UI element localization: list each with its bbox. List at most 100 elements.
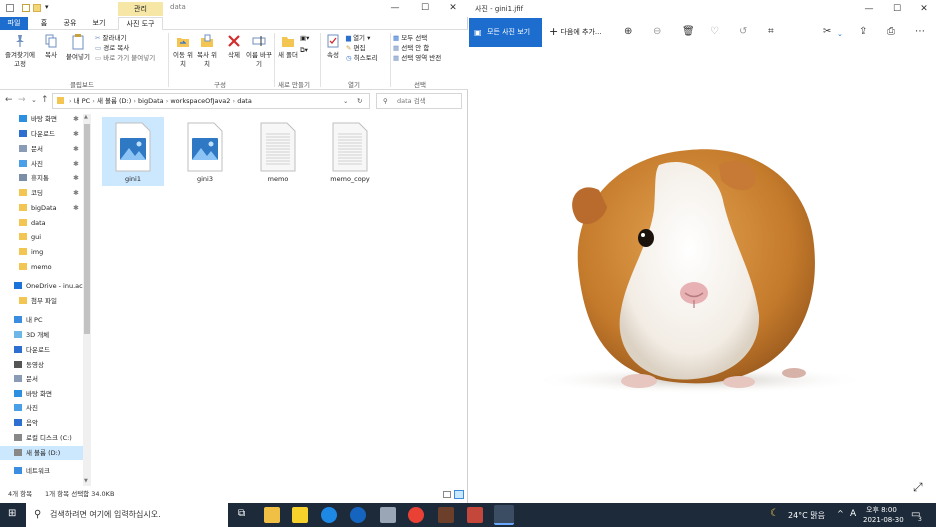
all-photos-button[interactable]: ▣ 모든 사진 보기 [469,18,542,47]
add-to-button[interactable]: + 다음에 추가... [549,25,602,39]
breadcrumb-item[interactable]: 내 PC [74,97,91,105]
paste-button[interactable]: 붙여넣기 [64,34,92,62]
breadcrumb-item[interactable]: data [237,97,252,105]
select-all-button[interactable]: ▦ 모두 선택 [393,34,427,43]
scroll-down-icon[interactable]: ▼ [84,478,88,484]
rotate-icon[interactable]: ↺ [739,26,747,38]
tab-file[interactable]: 파일 [0,17,28,30]
file-explorer-taskbar-icon[interactable] [264,507,280,523]
chrome-taskbar-icon[interactable] [408,507,424,523]
sidebar-item[interactable]: 사진 ✱ [0,157,90,171]
history-button[interactable]: ◷ 히스토리 [346,54,378,63]
rename-button[interactable]: 이름 바꾸기 [246,34,272,69]
paste-shortcut-button[interactable]: ▭ 바로 가기 붙여넣기 [95,54,155,63]
sidebar-item[interactable]: 휴지통 ✱ [0,171,90,185]
sidebar-item[interactable]: 사진 [0,401,90,415]
breadcrumb-item[interactable]: workspaceOfJava2 [170,97,230,105]
crop-icon[interactable]: ⌗ [768,26,774,38]
photos-taskbar-icon[interactable] [494,505,514,525]
tab-view[interactable]: 보기 [86,17,112,30]
address-dropdown-icon[interactable]: ⌄ [343,94,348,108]
breadcrumb-item[interactable]: bigData [138,97,164,105]
clock-time[interactable]: 오후 8:00 [866,505,897,515]
edit-create-icon[interactable]: ✂ [823,26,831,38]
minimize-button[interactable]: — [380,0,410,17]
delete-trash-icon[interactable]: 🗑 [682,26,695,38]
zoom-out-icon[interactable]: ⊖ [653,26,661,38]
navigation-scrollbar[interactable]: ▲ ▼ [83,114,91,486]
large-icons-view-icon[interactable] [454,490,464,499]
internet-explorer-taskbar-icon[interactable] [350,507,366,523]
windows-start-icon[interactable]: ⊞ [8,508,16,519]
edge-taskbar-icon[interactable] [321,507,337,523]
tab-home[interactable]: 홈 [32,17,56,30]
show-hidden-icons-chevron-icon[interactable]: ^ [837,509,844,518]
sidebar-item[interactable]: 첨부 파일 [0,294,90,308]
sidebar-item[interactable]: 문서 [0,372,90,386]
sidebar-item[interactable]: 내 PC [0,313,90,327]
sidebar-item[interactable]: 새 볼륨 (D:) [0,446,90,460]
print-icon[interactable]: ⎙ [887,26,895,38]
task-view-icon[interactable]: ⧉ [238,508,245,519]
taskbar-search-input[interactable]: ⚲ 검색하려면 여기에 입력하십시오. [26,503,228,527]
favorite-heart-icon[interactable]: ♡ [710,26,719,38]
sidebar-item[interactable]: 문서 ✱ [0,142,90,156]
eclipse-taskbar-icon[interactable] [438,507,454,523]
copy-to-button[interactable]: 복사 위치 [196,34,218,69]
new-folder-button[interactable]: 새 폴더 [278,34,298,60]
new-item-icon[interactable]: ▣▾ [300,34,309,43]
forward-arrow-icon[interactable]: → [18,95,26,105]
share-icon[interactable]: ⇪ [859,26,867,38]
fullscreen-expand-icon[interactable]: ⤢ [913,480,923,495]
back-arrow-icon[interactable]: ← [5,95,13,105]
sidebar-item[interactable]: 로컬 디스크 (C:) [0,431,90,445]
sidebar-item[interactable]: gui [0,230,90,244]
app-taskbar-icon[interactable] [467,507,483,523]
sticky-notes-taskbar-icon[interactable] [292,507,308,523]
tab-share[interactable]: 공유 [58,17,82,30]
clock-date[interactable]: 2021-08-30 [863,516,904,524]
sidebar-item[interactable]: 3D 개체 [0,328,90,342]
photos-close-button[interactable]: ✕ [909,0,936,18]
sidebar-item[interactable]: 코딩 ✱ [0,186,90,200]
copy-button[interactable]: 복사 [40,34,62,60]
weather-text[interactable]: 24°C 맑음 [788,510,825,521]
app-taskbar-icon[interactable] [380,507,396,523]
easy-access-icon[interactable]: ⧉▾ [300,46,308,55]
sidebar-item[interactable]: 음악 [0,416,90,430]
scrollbar-thumb[interactable] [84,124,90,334]
sidebar-item[interactable]: 네트워크 [0,464,90,478]
tab-picture-tools[interactable]: 사진 도구 [118,17,163,30]
sidebar-item[interactable]: 다운로드 ✱ [0,127,90,141]
open-button[interactable]: ▆ 열기 ▾ [346,34,370,43]
edit-button[interactable]: ✎ 편집 [346,44,366,53]
invert-selection-button[interactable]: ▦ 선택 영역 반전 [393,54,441,63]
quick-access-new-folder-icon[interactable] [33,4,41,12]
cut-button[interactable]: ✂ 잘라내기 [95,34,126,43]
breadcrumb-item[interactable]: 새 볼륨 (D:) [97,97,131,105]
close-button[interactable]: ✕ [438,0,468,17]
sidebar-item[interactable]: 다운로드 [0,343,90,357]
maximize-button[interactable]: ☐ [410,0,440,17]
sidebar-item[interactable]: OneDrive - inu.ac... [0,279,90,293]
refresh-icon[interactable]: ↻ [357,94,362,108]
sidebar-item[interactable]: data [0,216,90,230]
address-box[interactable]: › 내 PC › 새 볼륨 (D:) › bigData › workspace… [52,93,370,109]
quick-access-properties-icon[interactable] [22,4,30,12]
sidebar-item[interactable]: memo [0,260,90,274]
move-to-button[interactable]: 이동 위치 [172,34,194,69]
scroll-up-icon[interactable]: ▲ [84,114,88,120]
sidebar-item[interactable]: 바탕 화면 ✱ [0,112,90,126]
sidebar-item[interactable]: 바탕 화면 [0,387,90,401]
delete-button[interactable]: 삭제 [223,34,245,60]
file-item[interactable]: memo [247,117,309,186]
properties-button[interactable]: 속성 [323,34,343,60]
more-options-icon[interactable]: ⋯ [915,26,925,38]
quick-access-dropdown-icon[interactable]: ▾ [45,3,49,11]
photos-maximize-button[interactable]: ☐ [882,0,912,18]
sidebar-item[interactable]: img [0,245,90,259]
edit-dropdown-icon[interactable]: ⌄ [837,28,843,40]
sidebar-item[interactable]: bigData ✱ [0,201,90,215]
sidebar-item[interactable]: 동영상 [0,358,90,372]
search-input[interactable]: ⚲ data 검색 [376,93,462,109]
